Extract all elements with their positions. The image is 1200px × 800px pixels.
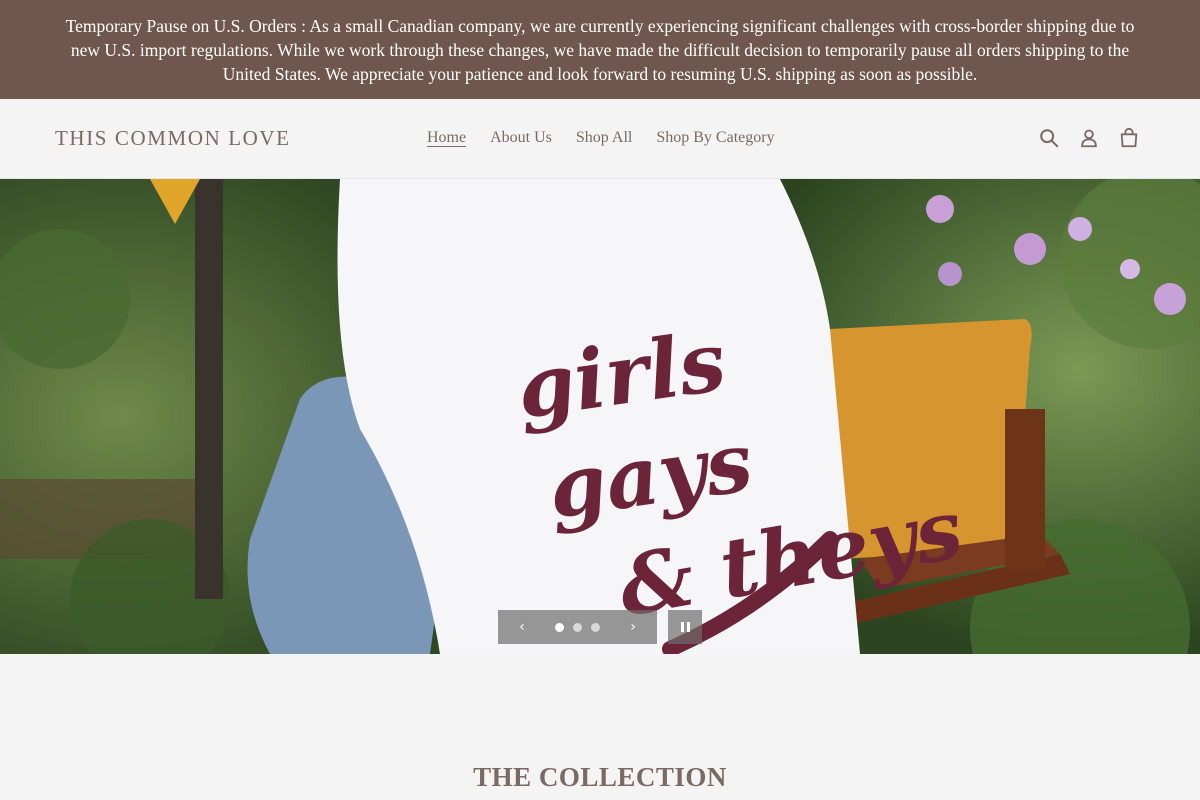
pause-button[interactable] — [668, 610, 702, 644]
main-nav: Home About Us Shop All Shop By Category — [415, 127, 787, 149]
search-icon[interactable] — [1038, 127, 1060, 149]
header-icons — [1038, 127, 1140, 149]
announcement-bar: Temporary Pause on U.S. Orders : As a sm… — [0, 0, 1200, 99]
collection-title: THE COLLECTION — [473, 762, 727, 792]
pause-icon — [680, 622, 684, 632]
nav-shop-by-category[interactable]: Shop By Category — [644, 127, 786, 149]
chevron-right-icon[interactable]: › — [627, 619, 639, 635]
account-icon[interactable] — [1078, 127, 1100, 149]
nav-shop-all[interactable]: Shop All — [564, 127, 644, 149]
nav-home[interactable]: Home — [415, 127, 478, 149]
slideshow-controls: ‹ › — [498, 610, 657, 644]
cart-icon[interactable] — [1118, 127, 1140, 149]
chevron-left-icon[interactable]: ‹ — [516, 619, 528, 635]
site-header: THIS COMMON LOVE Home About Us Shop All … — [0, 99, 1200, 179]
slide-dot-3[interactable] — [591, 622, 600, 632]
pause-icon-bar — [686, 622, 690, 632]
slide-dots — [555, 622, 600, 632]
hero-slideshow: girls gays & theys ‹ › — [0, 179, 1200, 654]
slide-dot-1[interactable] — [555, 622, 564, 632]
hero-image: girls gays & theys — [0, 179, 1200, 654]
announcement-text: Temporary Pause on U.S. Orders : As a sm… — [65, 15, 1135, 84]
site-logo[interactable]: THIS COMMON LOVE — [55, 126, 291, 151]
nav-about-us[interactable]: About Us — [478, 127, 564, 149]
slide-dot-2[interactable] — [573, 622, 582, 632]
